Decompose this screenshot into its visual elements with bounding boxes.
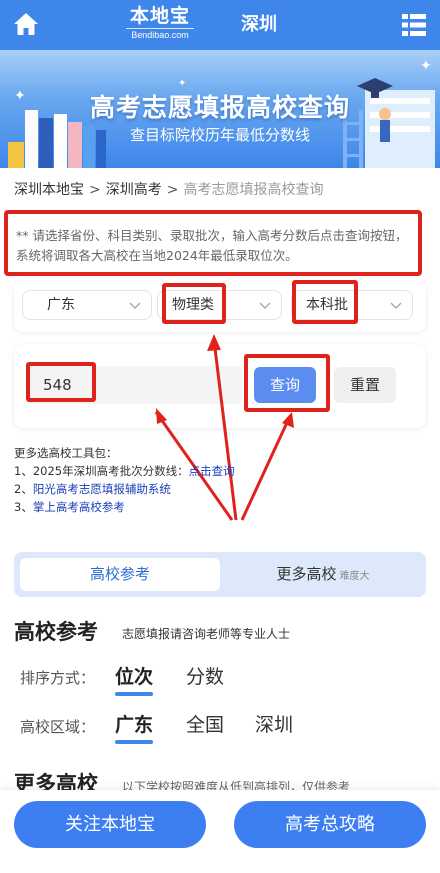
sort-label: 排序方式：: [20, 669, 96, 687]
chevron-down-icon: [129, 302, 141, 310]
logo-text: 本地宝: [129, 5, 190, 27]
province-value: 广东: [47, 297, 75, 313]
logo[interactable]: 本地宝 Bendibao.com: [118, 5, 202, 45]
tools-item-1-prefix: 1、2025年深圳高考批次分数线：: [14, 464, 189, 478]
top-bar: 本地宝 Bendibao.com 深圳: [0, 0, 440, 50]
banner-subtitle: 查目标院校历年最低分数线: [129, 126, 310, 144]
region-option-national[interactable]: 全国: [186, 712, 224, 738]
region-option-shenzhen[interactable]: 深圳: [255, 712, 293, 738]
sunshine-system-link[interactable]: 阳光高考志愿填报辅助系统: [33, 482, 171, 496]
breadcrumb-home[interactable]: 深圳本地宝: [14, 182, 84, 198]
tab-difficulty-note: 难度大: [339, 571, 370, 582]
banner: ✦ ✦ ✦ 高考志愿填报高校查询 查目标院校历年最低分数线: [0, 50, 440, 168]
tools-item-2: 2、阳光高考志愿填报辅助系统: [14, 480, 235, 498]
sort-option-score[interactable]: 分数: [186, 664, 224, 690]
tools-item-3-prefix: 3、: [14, 500, 33, 514]
palm-gaokao-link[interactable]: 掌上高考高校参考: [33, 500, 125, 514]
section-desc: 志愿填报请咨询老师等专业人士: [122, 627, 291, 641]
breadcrumb-separator: >: [89, 182, 101, 198]
sort-option-rank[interactable]: 位次: [115, 664, 154, 696]
tools-list: 更多选高校工具包： 1、2025年深圳高考批次分数线：点击查询 2、阳光高考志愿…: [14, 444, 235, 516]
section-title: 高校参考: [14, 620, 98, 644]
breadcrumb-gaokao[interactable]: 深圳高考: [106, 182, 162, 198]
logo-subtext: Bendibao.com: [126, 28, 194, 41]
follow-button[interactable]: 关注本地宝: [14, 801, 206, 848]
tab-college-reference[interactable]: 高校参考: [20, 558, 220, 591]
breadcrumb: 深圳本地宝 > 深圳高考 > 高考志愿填报高校查询: [14, 180, 323, 200]
region-option-guangdong[interactable]: 广东: [115, 712, 154, 744]
tools-item-3: 3、掌上高考高校参考: [14, 498, 235, 516]
highlight-box-batch: [292, 280, 358, 324]
tab-bar: 高校参考 更多高校 难度大: [14, 552, 426, 597]
banner-title: 高考志愿填报高校查询: [89, 93, 350, 122]
guide-button[interactable]: 高考总攻略: [234, 801, 426, 848]
menu-icon[interactable]: [402, 14, 426, 36]
tab-more-colleges-label: 更多高校: [276, 565, 337, 583]
breadcrumb-separator: >: [166, 182, 179, 198]
tools-item-2-prefix: 2、: [14, 482, 33, 496]
region-label: 高校区域：: [20, 718, 96, 736]
bottom-bar: 关注本地宝 高考总攻略: [0, 790, 440, 873]
chevron-down-icon: [390, 302, 402, 310]
city-label[interactable]: 深圳: [241, 13, 277, 37]
instruction-notice: ** 请选择省份、科目类别、录取批次，输入高考分数后点击查询按钮，系统将调取各大…: [4, 210, 422, 276]
reset-button[interactable]: 重置: [334, 367, 396, 403]
batch-score-link[interactable]: 点击查询: [189, 464, 235, 478]
highlight-box-query: [244, 354, 330, 412]
tools-item-1: 1、2025年深圳高考批次分数线：点击查询: [14, 462, 235, 480]
chevron-down-icon: [259, 302, 271, 310]
tools-heading: 更多选高校工具包：: [14, 446, 118, 460]
highlight-box-subject: [162, 283, 226, 324]
breadcrumb-current: 高考志愿填报高校查询: [183, 182, 324, 198]
home-icon[interactable]: [12, 10, 40, 38]
tab-more-colleges[interactable]: 更多高校 难度大: [226, 558, 420, 591]
highlight-box-score: [26, 362, 96, 402]
province-select[interactable]: 广东: [22, 290, 152, 320]
